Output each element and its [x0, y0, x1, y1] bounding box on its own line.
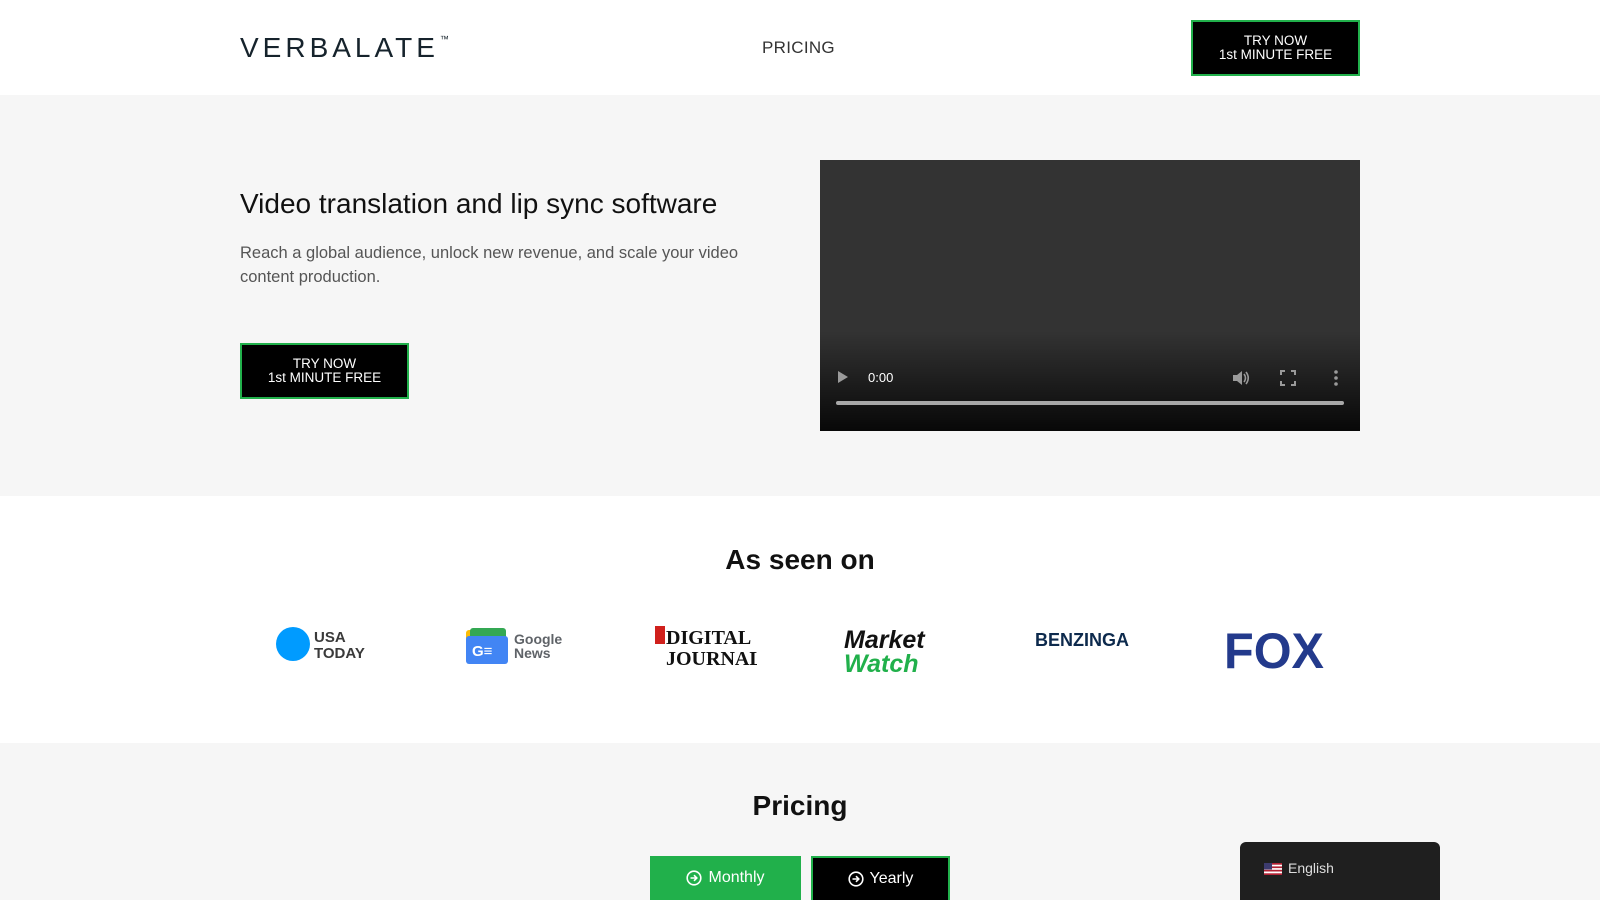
marketwatch-line2: Watch [844, 650, 919, 676]
more-options-icon[interactable] [1328, 369, 1344, 387]
tab-monthly[interactable]: Monthly [650, 856, 801, 900]
volume-icon[interactable] [1232, 370, 1250, 386]
play-icon[interactable] [838, 371, 848, 383]
benzinga-text: BENZINGA [1035, 630, 1129, 650]
fox-text: FOX [1224, 626, 1324, 676]
verbalate-logo[interactable]: VERBALATE ™ [240, 34, 449, 62]
logo-text: VERBALATE [240, 32, 439, 63]
arrow-circle-right-icon [847, 871, 864, 887]
usa-today-line1: USA [314, 629, 346, 646]
usa-today-line2: TODAY [314, 645, 365, 662]
google-news-line2: News [514, 645, 551, 661]
header-try-now-button[interactable]: TRY NOW 1st MINUTE FREE [1191, 20, 1360, 76]
free-minute-label: 1st MINUTE FREE [267, 370, 382, 385]
arrow-circle-right-icon [686, 870, 703, 886]
usa-today-logo: USA TODAY [276, 627, 365, 662]
hero-title: Video translation and lip sync software [240, 188, 718, 219]
benzinga-logo: BENZINGA [1035, 630, 1129, 650]
hero-try-now-button[interactable]: TRY NOW 1st MINUTE FREE [240, 343, 409, 399]
hero-section: Video translation and lip sync software … [0, 95, 1600, 496]
digital-journal-line2: JOURNAL [666, 648, 757, 670]
site-header: VERBALATE ™ PRICING TRY NOW 1st MINUTE F… [0, 0, 1600, 95]
as-seen-on-section: As seen on USA TODAY G≡ Google News DIGI… [0, 496, 1600, 743]
nav-pricing-link[interactable]: PRICING [762, 38, 835, 58]
digital-journal-line1: DIGITAL [666, 627, 751, 649]
video-progress-bar[interactable] [836, 401, 1344, 405]
logo-trademark: ™ [439, 34, 449, 44]
video-player[interactable]: 0:00 [820, 160, 1360, 431]
google-news-logo: G≡ Google News [466, 628, 562, 664]
tab-yearly[interactable]: Yearly [811, 856, 950, 900]
pricing-title: Pricing [752, 790, 848, 821]
fox-logo: FOX [1224, 626, 1324, 676]
fullscreen-icon[interactable] [1280, 370, 1296, 386]
free-minute-label: 1st MINUTE FREE [1218, 47, 1333, 62]
tab-monthly-label: Monthly [708, 869, 765, 886]
us-flag-icon [1264, 863, 1282, 875]
as-seen-on-title: As seen on [725, 544, 875, 575]
language-switcher[interactable]: English [1240, 842, 1440, 900]
video-controls-gradient [820, 331, 1360, 431]
tab-yearly-label: Yearly [869, 870, 914, 887]
hero-subtitle: Reach a global audience, unlock new reve… [240, 244, 739, 286]
language-label: English [1288, 860, 1334, 876]
marketwatch-logo: Market Watch [844, 626, 926, 676]
digital-journal-logo: DIGITAL JOURNAL [655, 626, 757, 670]
try-now-label: TRY NOW [292, 356, 357, 371]
svg-text:G≡: G≡ [472, 643, 493, 660]
try-now-label: TRY NOW [1243, 33, 1308, 48]
video-time: 0:00 [868, 370, 894, 385]
